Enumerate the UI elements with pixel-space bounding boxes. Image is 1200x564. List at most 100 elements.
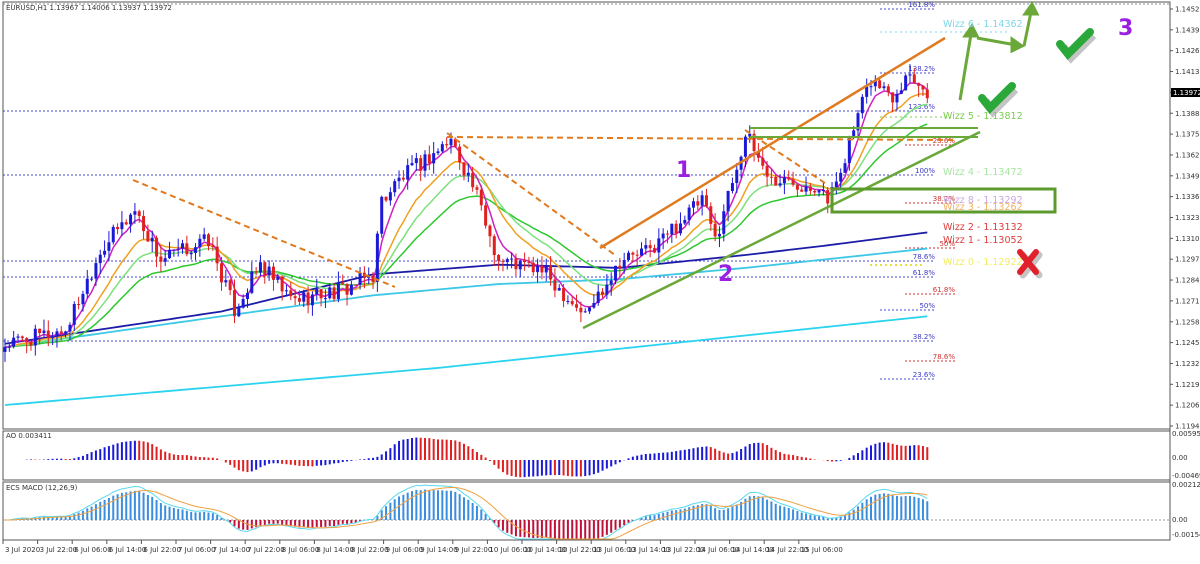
ao-tick-label: 0.00 xyxy=(1172,454,1188,462)
time-tick-label: 9 Jul 06:00 xyxy=(386,546,424,554)
candle-body xyxy=(497,255,501,262)
candle-body xyxy=(531,262,535,273)
candle-body xyxy=(20,336,24,339)
candle-body xyxy=(596,291,600,304)
candle-body xyxy=(336,282,340,299)
candle-body xyxy=(33,328,37,346)
time-tick-label: 9 Jul 14:00 xyxy=(420,546,458,554)
candle-body xyxy=(12,337,16,347)
candle-body xyxy=(211,246,215,248)
candle-body xyxy=(90,278,94,280)
candle-body xyxy=(471,172,475,188)
candle-body xyxy=(432,153,436,164)
candle-body xyxy=(544,265,548,273)
candle-body xyxy=(774,177,778,186)
candle-body xyxy=(869,86,873,88)
candle-body xyxy=(808,186,812,191)
candle-body xyxy=(735,169,739,184)
candle-body xyxy=(332,287,336,299)
candle-body xyxy=(116,226,120,230)
price-tick-label: 1.13360 xyxy=(1175,193,1200,201)
candle-body xyxy=(769,176,773,178)
candle-body xyxy=(787,177,791,180)
candle-body xyxy=(821,189,825,191)
candle-body xyxy=(198,238,202,248)
candle-body xyxy=(717,233,721,237)
time-tick-label: 7 Jul 14:00 xyxy=(213,546,251,554)
candle-body xyxy=(895,93,899,103)
candle-body xyxy=(440,144,444,152)
candle-body xyxy=(817,190,821,193)
candle-body xyxy=(354,284,358,286)
candle-body xyxy=(436,151,440,154)
candle-body xyxy=(423,154,427,171)
candle-body xyxy=(575,304,579,308)
candle-body xyxy=(891,92,895,103)
candle-body xyxy=(94,263,98,279)
candle-body xyxy=(588,307,592,312)
candle-body xyxy=(358,272,362,285)
candle-body xyxy=(133,211,137,215)
candle-body xyxy=(627,252,631,260)
candle-body xyxy=(479,189,483,206)
candle-body xyxy=(267,266,271,276)
price-tick-label: 1.12320 xyxy=(1175,360,1200,368)
candle-body xyxy=(523,260,527,263)
candle-body xyxy=(527,262,531,264)
time-tick-label: 15 Jul 06:00 xyxy=(801,546,843,554)
candle-body xyxy=(800,189,804,192)
candle-body xyxy=(427,154,431,164)
candle-body xyxy=(644,245,648,249)
candle-body xyxy=(380,196,384,234)
price-chart[interactable]: EURUSD,H1 1.13967 1.14006 1.13937 1.1397… xyxy=(0,0,1200,560)
wave-label-1: 1 xyxy=(676,158,691,183)
candle-body xyxy=(475,187,479,190)
candle-body xyxy=(765,165,769,177)
candle-body xyxy=(778,183,782,186)
candle-body xyxy=(618,265,622,269)
candle-body xyxy=(159,256,163,262)
wizz-level-label: Wizz 4 - 1.13472 xyxy=(943,167,1023,178)
candle-body xyxy=(878,80,882,89)
candle-body xyxy=(860,96,864,114)
candle-body xyxy=(103,250,107,255)
candle-body xyxy=(648,245,652,249)
macd-tick-label: 0.00 xyxy=(1172,516,1188,524)
candle-body xyxy=(16,336,20,338)
candle-body xyxy=(388,192,392,201)
time-tick-label: 3 Jul 22:00 xyxy=(40,546,78,554)
candle-body xyxy=(609,280,613,285)
candle-body xyxy=(882,86,886,89)
candle-body xyxy=(899,90,903,94)
wizz-level-label: Wizz 2 - 1.13132 xyxy=(943,222,1023,233)
candle-body xyxy=(250,271,254,293)
candle-body xyxy=(349,284,353,295)
fib-label: 78.6% xyxy=(933,353,956,361)
candle-body xyxy=(579,307,583,313)
candle-body xyxy=(540,265,544,273)
candle-body xyxy=(549,265,553,280)
candle-body xyxy=(462,162,466,176)
price-tick-label: 1.14265 xyxy=(1175,47,1200,55)
candle-body xyxy=(410,163,414,166)
wizz-level-label: Wizz 0 - 1.12922 xyxy=(943,257,1023,268)
candle-body xyxy=(72,304,76,325)
candle-body xyxy=(51,336,55,338)
candle-body xyxy=(917,83,921,86)
candle-body xyxy=(232,290,236,317)
candle-body xyxy=(722,211,726,234)
candle-body xyxy=(276,276,280,280)
candle-body xyxy=(536,265,540,273)
candle-body xyxy=(510,258,514,260)
candle-body xyxy=(583,311,587,313)
candle-body xyxy=(622,260,626,269)
current-price-label: 1.13972 xyxy=(1173,89,1200,97)
candle-body xyxy=(691,201,695,208)
candle-body xyxy=(852,130,856,136)
time-tick-label: 6 Jul 06:00 xyxy=(74,546,112,554)
fib-label: 100% xyxy=(915,167,935,175)
candle-body xyxy=(384,196,388,201)
fib-label: 23.6% xyxy=(913,371,936,379)
candle-body xyxy=(704,195,708,207)
candle-body xyxy=(111,226,115,243)
